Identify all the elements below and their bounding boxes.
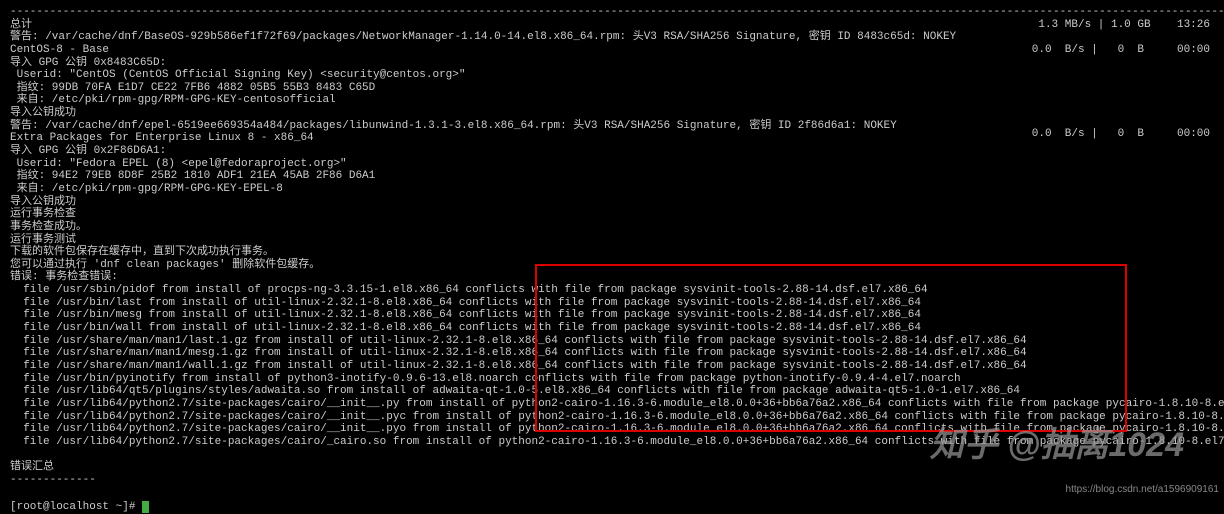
conflict-line: file /usr/lib64/qt5/plugins/styles/adwai… [10, 385, 1214, 398]
prompt-text: [root@localhost ~]# [10, 501, 142, 513]
cursor-icon [142, 501, 149, 513]
trans-check: 运行事务检查 [10, 208, 1214, 221]
error-summary-dashes: ------------- [10, 474, 1214, 487]
dash-line-top: ----------------------------------------… [10, 6, 1214, 19]
warning-1: 警告: /var/cache/dnf/BaseOS-929b586ef1f72f… [10, 31, 1214, 44]
trans-ok: 事务检查成功。 [10, 221, 1214, 234]
gpg1-fingerprint: 指纹: 99DB 70FA E1D7 CE22 7FB6 4882 05B5 5… [10, 82, 1214, 95]
gpg2-from: 来自: /etc/pki/rpm-gpg/RPM-GPG-KEY-EPEL-8 [10, 183, 1214, 196]
gpg1-from: 来自: /etc/pki/rpm-gpg/RPM-GPG-KEY-centoso… [10, 94, 1214, 107]
summary-label: 总计 [10, 19, 1214, 32]
import-success-2: 导入公钥成功 [10, 196, 1214, 209]
stats-line-1: 1.3 MB/s | 1.0 GB 13:26 [1038, 19, 1210, 32]
clean-msg: 您可以通过执行 'dnf clean packages' 删除软件包缓存。 [10, 259, 1214, 272]
conflict-line: file /usr/lib64/python2.7/site-packages/… [10, 398, 1214, 411]
shell-prompt[interactable]: [root@localhost ~]# [10, 501, 1214, 514]
gpg1-userid: Userid: "CentOS (CentOS Official Signing… [10, 69, 1214, 82]
gpg2-import: 导入 GPG 公钥 0x2F86D6A1: [10, 145, 1214, 158]
import-success-1: 导入公钥成功 [10, 107, 1214, 120]
conflict-line: file /usr/lib64/python2.7/site-packages/… [10, 411, 1214, 424]
zhihu-watermark: 知乎 @抽离1024 [930, 426, 1184, 465]
gpg2-userid: Userid: "Fedora EPEL (8) <epel@fedorapro… [10, 158, 1214, 171]
conflict-block: file /usr/sbin/pidof from install of pro… [10, 284, 1214, 448]
cache-msg: 下载的软件包保存在缓存中，直到下次成功执行事务。 [10, 246, 1214, 259]
stats-line-3: 0.0 B/s | 0 B 00:00 [1032, 128, 1210, 141]
blank-line-2 [10, 486, 1214, 499]
error-header: 错误: 事务检查错误: [10, 271, 1214, 284]
gpg2-fingerprint: 指纹: 94E2 79EB 8D8F 25B2 1810 ADF1 21EA 4… [10, 170, 1214, 183]
conflict-line: file /usr/bin/mesg from install of util-… [10, 309, 1214, 322]
conflict-line: file /usr/bin/last from install of util-… [10, 297, 1214, 310]
conflict-line: file /usr/sbin/pidof from install of pro… [10, 284, 1214, 297]
gpg1-import: 导入 GPG 公钥 0x8483C65D: [10, 57, 1214, 70]
conflict-line: file /usr/share/man/man1/last.1.gz from … [10, 335, 1214, 348]
conflict-line: file /usr/share/man/man1/mesg.1.gz from … [10, 347, 1214, 360]
stats-line-2: 0.0 B/s | 0 B 00:00 [1032, 44, 1210, 57]
csdn-url-label: https://blog.csdn.net/a1596909161 [1066, 484, 1219, 496]
conflict-line: file /usr/share/man/man1/wall.1.gz from … [10, 360, 1214, 373]
conflict-line: file /usr/bin/pyinotify from install of … [10, 373, 1214, 386]
conflict-line: file /usr/bin/wall from install of util-… [10, 322, 1214, 335]
trans-test: 运行事务测试 [10, 234, 1214, 247]
